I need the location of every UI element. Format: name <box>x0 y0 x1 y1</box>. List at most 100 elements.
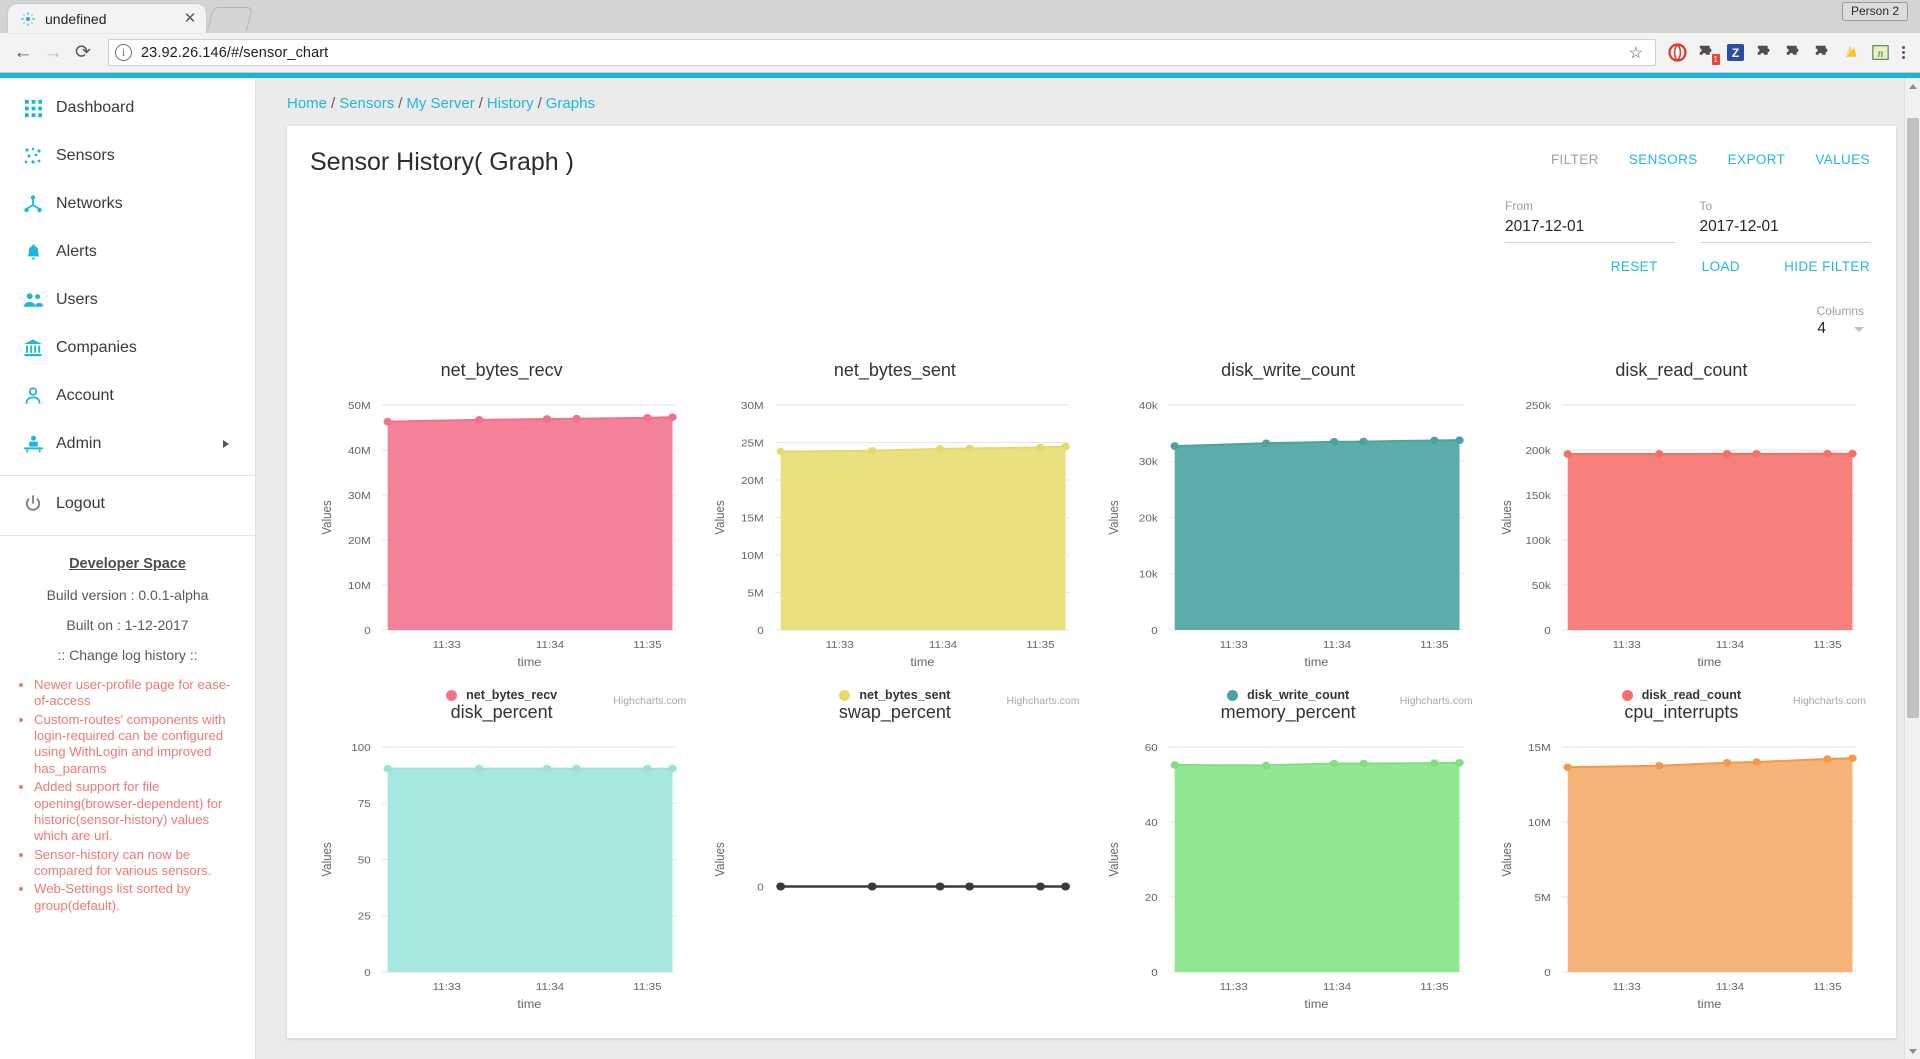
reset-button[interactable]: RESET <box>1611 259 1658 274</box>
opera-vpn-icon[interactable] <box>1663 38 1692 67</box>
breadcrumb-sensors[interactable]: Sensors <box>339 95 394 112</box>
data-point <box>1654 761 1664 770</box>
breadcrumb-my-server[interactable]: My Server <box>406 95 474 112</box>
sidebar-item-dashboard[interactable]: Dashboard <box>0 84 255 132</box>
legend-label: disk_read_count <box>1641 688 1742 702</box>
y-tick-label: 60 <box>1144 742 1157 753</box>
columns-value-row[interactable]: 4 <box>1505 320 1864 338</box>
puzzle-extension-icon[interactable]: 1 <box>1692 38 1721 67</box>
sidebar-item-label: Sensors <box>56 147 115 164</box>
data-point <box>935 882 945 891</box>
chart-plot[interactable]: 0 25 50 75 100 11:33 11:34 11:35 time Values <box>313 733 690 1018</box>
firebase-extension-icon[interactable] <box>1837 38 1866 67</box>
back-icon[interactable]: ← <box>8 38 38 68</box>
chart-title: disk_read_count <box>1615 360 1748 380</box>
sidebar-item-companies[interactable]: Companies <box>0 324 255 372</box>
breadcrumb-separator: / <box>331 95 336 112</box>
sidebar-divider <box>0 475 255 476</box>
to-label: To <box>1699 199 1713 213</box>
y-tick-label: 200k <box>1525 445 1551 456</box>
from-date-field: From <box>1505 199 1676 243</box>
sidebar-item-logout[interactable]: Logout <box>0 480 255 528</box>
sidebar-item-alerts[interactable]: Alerts <box>0 228 255 276</box>
data-point <box>936 445 945 453</box>
omnibox[interactable]: i 23.92.26.146/#/sensor_chart ☆ <box>108 39 1656 66</box>
y-tick-label: 20M <box>741 475 764 486</box>
y-tick-label: 10M <box>1528 817 1551 828</box>
x-axis-title: time <box>517 656 541 669</box>
legend-label: disk_write_count <box>1247 688 1350 702</box>
chart-plot[interactable]: 0 10M 20M 30M 40M 50M 11:33 11:34 11:35 time Value… <box>313 391 690 676</box>
browser-tab[interactable]: undefined ✕ <box>8 4 206 33</box>
load-button[interactable]: LOAD <box>1702 259 1740 274</box>
y-tick-label: 0 <box>1151 967 1157 978</box>
filter-action-row: RESET LOAD HIDE FILTER <box>1505 259 1870 274</box>
sidebar-item-admin[interactable]: Admin <box>0 420 255 468</box>
y-tick-label: 0 <box>1544 625 1550 636</box>
breadcrumb-graphs[interactable]: Graphs <box>546 95 595 112</box>
y-tick-label: 15M <box>741 513 764 524</box>
scrollbar-thumb[interactable] <box>1907 118 1919 718</box>
nimbus-extension-icon[interactable]: n <box>1866 38 1895 67</box>
new-tab-button[interactable] <box>207 7 253 31</box>
data-point <box>1454 436 1464 444</box>
breadcrumb-home[interactable]: Home <box>287 95 327 112</box>
sidebar-item-users[interactable]: Users <box>0 276 255 324</box>
sidebar-item-account[interactable]: Account <box>0 372 255 420</box>
to-date-input[interactable] <box>1699 216 1870 243</box>
chart-cell: disk_percent 0 25 50 75 100 11:33 11:34 11:35 tim… <box>305 702 698 1018</box>
chart-plot[interactable]: 0 50k 100k 150k 200k 250k 11:33 11:34 11:35 time V… <box>1493 391 1870 676</box>
y-tick-label: 5M <box>1534 892 1550 903</box>
data-point <box>1061 442 1070 451</box>
sidebar-item-label: Account <box>56 387 114 404</box>
breadcrumb: Home / Sensors / My Server / History / Graphs <box>256 78 1920 112</box>
chart-plot[interactable]: 0 20 40 60 11:33 11:34 11:35 time Values <box>1100 733 1477 1018</box>
chart-plot[interactable]: 0 5M 10M 15M 20M 25M 30M 11:33 11:34 11:35 time Val… <box>706 391 1083 676</box>
filter-tab-export[interactable]: EXPORT <box>1728 152 1786 167</box>
y-axis-title: Values <box>1499 842 1514 876</box>
chart-plot[interactable]: 0 Values <box>706 733 1083 1018</box>
y-tick-label: 30k <box>1138 457 1157 468</box>
columns-selector: Columns 4 <box>1505 304 1870 338</box>
zotero-extension-icon[interactable]: Z <box>1721 38 1750 67</box>
reload-icon[interactable]: ⟳ <box>68 38 98 68</box>
chart-plot[interactable]: 0 10k 20k 30k 40k 11:33 11:34 11:35 time Values <box>1100 391 1477 676</box>
sidebar-nav-list: Dashboard Sensors Networks Alerts Users … <box>0 78 255 536</box>
scroll-up-icon[interactable] <box>1905 78 1920 94</box>
changelog-item: Custom-routes' components with login-req… <box>34 712 241 777</box>
breadcrumb-history[interactable]: History <box>487 95 534 112</box>
data-point <box>1429 759 1439 767</box>
puzzle-extension-icon-2[interactable] <box>1750 38 1779 67</box>
hide-filter-button[interactable]: HIDE FILTER <box>1784 259 1870 274</box>
chrome-menu-icon[interactable] <box>1895 44 1912 61</box>
chevron-down-icon[interactable] <box>1854 326 1864 332</box>
svg-text:n: n <box>1878 48 1884 60</box>
scroll-down-icon[interactable] <box>1905 1043 1920 1059</box>
puzzle-extension-icon-4[interactable] <box>1808 38 1837 67</box>
site-info-icon[interactable]: i <box>115 44 132 61</box>
sidebar-item-networks[interactable]: Networks <box>0 180 255 228</box>
from-date-input[interactable] <box>1505 216 1676 243</box>
sidebar: Dashboard Sensors Networks Alerts Users … <box>0 78 256 1059</box>
puzzle-extension-icon-3[interactable] <box>1779 38 1808 67</box>
legend-label: net_bytes_sent <box>859 688 951 702</box>
page-scrollbar[interactable] <box>1904 78 1920 1059</box>
sidebar-item-sensors[interactable]: Sensors <box>0 132 255 180</box>
data-point <box>542 415 552 423</box>
svg-text:Z: Z <box>1732 46 1739 60</box>
chart-plot[interactable]: 0 5M 10M 15M 11:33 11:34 11:35 time Values <box>1493 733 1870 1018</box>
browser-chrome: undefined ✕ Person 2 ← → ⟳ i 23.92.26.14… <box>0 0 1920 73</box>
data-point <box>1722 450 1732 458</box>
data-point <box>1822 449 1832 458</box>
filter-tab-sensors[interactable]: SENSORS <box>1629 152 1698 167</box>
changelog-item: Added support for file opening(browser-d… <box>34 779 241 844</box>
forward-icon[interactable]: → <box>38 38 68 68</box>
profile-chip[interactable]: Person 2 <box>1841 2 1908 21</box>
chart-grid: net_bytes_recv 0 10M 20M 30M 40M 50M 11:33 11:34… <box>287 338 1896 1018</box>
data-point <box>965 882 975 891</box>
bookmark-star-icon[interactable]: ☆ <box>1623 43 1649 63</box>
application-root: Dashboard Sensors Networks Alerts Users … <box>0 73 1920 1059</box>
filter-tab-values[interactable]: VALUES <box>1815 152 1870 167</box>
close-icon[interactable]: ✕ <box>182 11 198 27</box>
chart-cell: swap_percent 0 Values <box>698 702 1091 1018</box>
